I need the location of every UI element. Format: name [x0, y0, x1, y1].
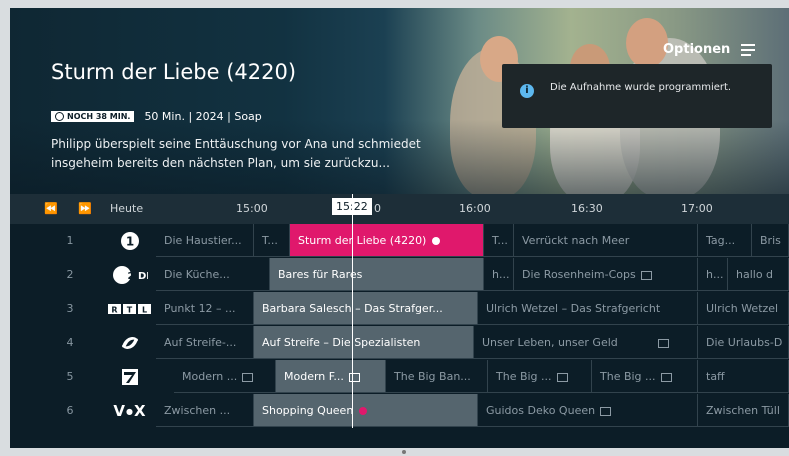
clock-icon — [55, 112, 64, 121]
today-button[interactable]: Heute — [110, 202, 143, 215]
channel-row: 6 V ● X Zwischen ... Shopping Queen Guidos… — [10, 394, 789, 428]
rtl-logo[interactable]: R TL — [106, 299, 154, 319]
tv-indicator — [402, 450, 406, 454]
program-cell[interactable]: h... — [698, 258, 728, 291]
program-cell[interactable]: The Big Ban... — [386, 360, 488, 393]
program-info: 50 Min. | 2024 | Soap — [144, 110, 262, 123]
program-cell[interactable]: taff — [698, 360, 789, 393]
program-cell[interactable]: T... — [254, 224, 290, 257]
program-cell[interactable]: Die Küche... — [156, 258, 270, 291]
program-cell-current[interactable]: Modern F... — [276, 360, 386, 393]
program-cell[interactable]: Unser Leben, unser Geld — [474, 326, 698, 359]
channel-row: 1 1 Die Haustier... T... Sturm der Liebe… — [10, 224, 789, 258]
program-cell-current[interactable]: Barbara Salesch – Das Strafger... — [254, 292, 478, 325]
recording-toast: i Die Aufnahme wurde programmiert. — [502, 64, 772, 128]
now-indicator-line — [352, 194, 353, 438]
program-cell[interactable]: h... — [484, 258, 514, 291]
media-icon — [556, 372, 568, 382]
program-cell[interactable]: Guidos Deko Queen — [478, 394, 698, 427]
recording-icon — [432, 237, 441, 245]
toast-message: Die Aufnahme wurde programmiert. — [550, 82, 732, 93]
info-icon: i — [520, 84, 534, 98]
program-cell[interactable]: Tag... — [698, 224, 752, 257]
program-cell[interactable]: Ulrich Wetzel — [698, 292, 789, 325]
program-cell-selected[interactable]: Sturm der Liebe (4220) — [290, 224, 484, 257]
svg-text:R: R — [111, 306, 117, 315]
program-cell[interactable]: Verrückt nach Meer — [514, 224, 698, 257]
menu-icon[interactable] — [741, 44, 755, 56]
program-cell[interactable]: Bris — [752, 224, 789, 257]
program-cell[interactable]: Ulrich Wetzel – Das Strafgericht — [478, 292, 698, 325]
rewind-icon[interactable]: ⏪ — [44, 202, 58, 215]
time-1500: 15:00 — [236, 202, 268, 215]
sport1-logo[interactable] — [106, 333, 154, 353]
program-cell[interactable]: Auf Streife-... — [156, 326, 254, 359]
options-button[interactable]: Optionen — [663, 42, 730, 57]
program-cell[interactable]: Die Rosenheim-Cops — [514, 258, 698, 291]
program-cell-current[interactable]: Shopping Queen — [254, 394, 478, 427]
ard-logo[interactable]: 1 — [106, 231, 154, 251]
zdf-logo[interactable]: 2DF — [106, 265, 154, 285]
fast-forward-icon[interactable]: ⏩ — [78, 202, 92, 215]
svg-text:1: 1 — [126, 235, 134, 249]
media-icon — [660, 372, 672, 382]
channel-number: 3 — [66, 302, 74, 315]
time-1700: 17:00 — [681, 202, 713, 215]
program-cell[interactable]: Modern ... — [174, 360, 276, 393]
channel-number: 5 — [66, 370, 74, 383]
timeline-header: ⏪ ⏩ Heute 15:00 15:22 0 16:00 16:30 17:0… — [10, 194, 789, 224]
channel-row: 3 R TL Punkt 12 – ... Barbara Salesch – D… — [10, 292, 789, 326]
time-1630: 16:30 — [571, 202, 603, 215]
program-cell[interactable]: The Big ... — [488, 360, 592, 393]
program-title: Sturm der Liebe (4220) — [51, 60, 297, 84]
program-cell[interactable]: Zwischen Tüll — [698, 394, 789, 427]
program-description: Philipp überspielt seine Enttäuschung vo… — [51, 137, 421, 170]
bottom-area — [10, 428, 789, 448]
channel-number: 1 — [66, 234, 74, 247]
media-icon — [640, 270, 652, 280]
pro7-logo[interactable] — [106, 367, 154, 387]
program-meta: NOCH 38 MIN. 50 Min. | 2024 | Soap — [51, 110, 262, 123]
svg-text:T: T — [127, 306, 133, 315]
program-cell[interactable]: Punkt 12 – ... — [156, 292, 254, 325]
media-icon — [348, 372, 360, 382]
channel-row: 4 Auf Streife-... Auf Streife – Die Spez… — [10, 326, 789, 360]
program-cell[interactable]: Die Haustier... — [156, 224, 254, 257]
program-cell-current[interactable]: Bares für Rares — [270, 258, 484, 291]
remaining-time-badge: NOCH 38 MIN. — [51, 111, 135, 122]
program-cell[interactable]: Zwischen ... — [156, 394, 254, 427]
media-icon — [657, 338, 669, 348]
svg-text:2: 2 — [128, 271, 135, 282]
svg-text:L: L — [142, 306, 147, 315]
channel-number: 6 — [66, 404, 74, 417]
media-icon — [242, 372, 254, 382]
media-icon — [600, 406, 612, 416]
channel-number: 2 — [66, 268, 74, 281]
channel-row: 2 2DF Die Küche... Bares für Rares h... … — [10, 258, 789, 292]
program-cell-current[interactable]: Auf Streife – Die Spezialisten — [254, 326, 474, 359]
time-1600: 16:00 — [459, 202, 491, 215]
channel-row: 5 Modern ... Modern F... The Big Ban... … — [10, 360, 789, 394]
tv-bezel — [0, 448, 789, 456]
svg-text:DF: DF — [138, 271, 148, 282]
program-cell[interactable]: Die Urlaubs-D — [698, 326, 789, 359]
program-cell[interactable]: T... — [484, 224, 514, 257]
vox-logo[interactable]: V ● X — [106, 401, 154, 421]
recording-icon — [359, 407, 368, 415]
program-cell[interactable]: The Big ... — [592, 360, 698, 393]
program-cell[interactable]: hallo d — [728, 258, 789, 291]
tv-screen: Optionen i Die Aufnahme wurde programmie… — [10, 8, 789, 448]
channel-number: 4 — [66, 336, 74, 349]
time-suffix: 0 — [374, 202, 381, 215]
